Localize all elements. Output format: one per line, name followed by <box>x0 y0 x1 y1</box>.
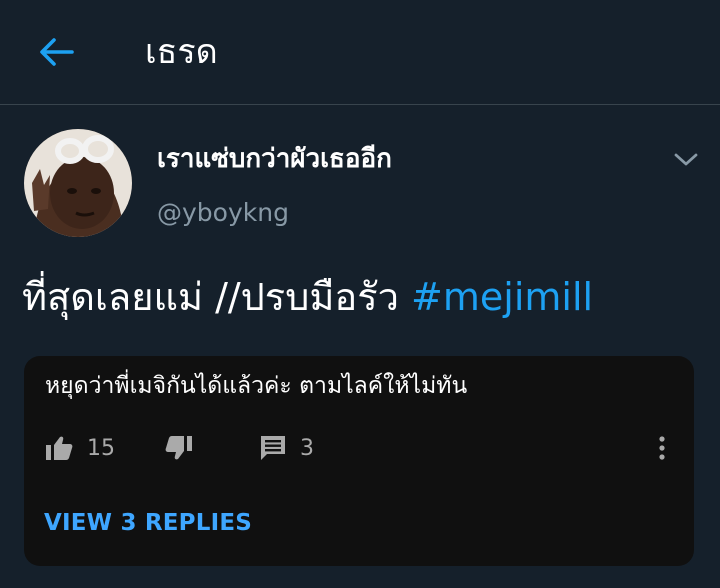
thread-header: เธรด <box>0 0 720 105</box>
more-vertical-icon <box>659 436 665 460</box>
reply-count: 3 <box>300 435 314 461</box>
comment-text: หยุดว่าพี่เมจิกันได้แล้วค่ะ ตามไลค์ให้ไม… <box>45 373 468 399</box>
thumbs-down-icon <box>165 436 192 460</box>
tweet-text: ที่สุดเลยแม่ //ปรบมือรัว #mejimill <box>22 272 593 322</box>
page-title: เธรด <box>145 32 218 72</box>
display-name[interactable]: เราแซ่บกว่าผัวเธออีก <box>157 142 392 176</box>
like-count: 15 <box>87 435 115 461</box>
arrow-left-icon <box>40 38 74 66</box>
thumbs-up-icon <box>46 436 73 460</box>
view-replies-link[interactable]: VIEW 3 REPLIES <box>44 510 252 536</box>
avatar[interactable] <box>24 129 132 237</box>
user-handle[interactable]: @yboykng <box>157 196 289 230</box>
tweet-options-button[interactable] <box>668 145 704 175</box>
embedded-comment-card[interactable]: หยุดว่าพี่เมจิกันได้แล้วค่ะ ตามไลค์ให้ไม… <box>24 356 694 566</box>
back-button[interactable] <box>36 32 76 72</box>
reply-button[interactable]: 3 <box>260 430 314 466</box>
dislike-button[interactable] <box>165 430 193 466</box>
more-button[interactable] <box>652 430 672 466</box>
chevron-down-icon <box>674 153 698 166</box>
comment-icon <box>261 436 285 460</box>
hashtag-link[interactable]: #mejimill <box>411 275 593 319</box>
like-button[interactable]: 15 <box>45 430 115 466</box>
tweet-body: ที่สุดเลยแม่ //ปรบมือรัว <box>22 275 412 319</box>
avatar-photo <box>24 129 132 237</box>
